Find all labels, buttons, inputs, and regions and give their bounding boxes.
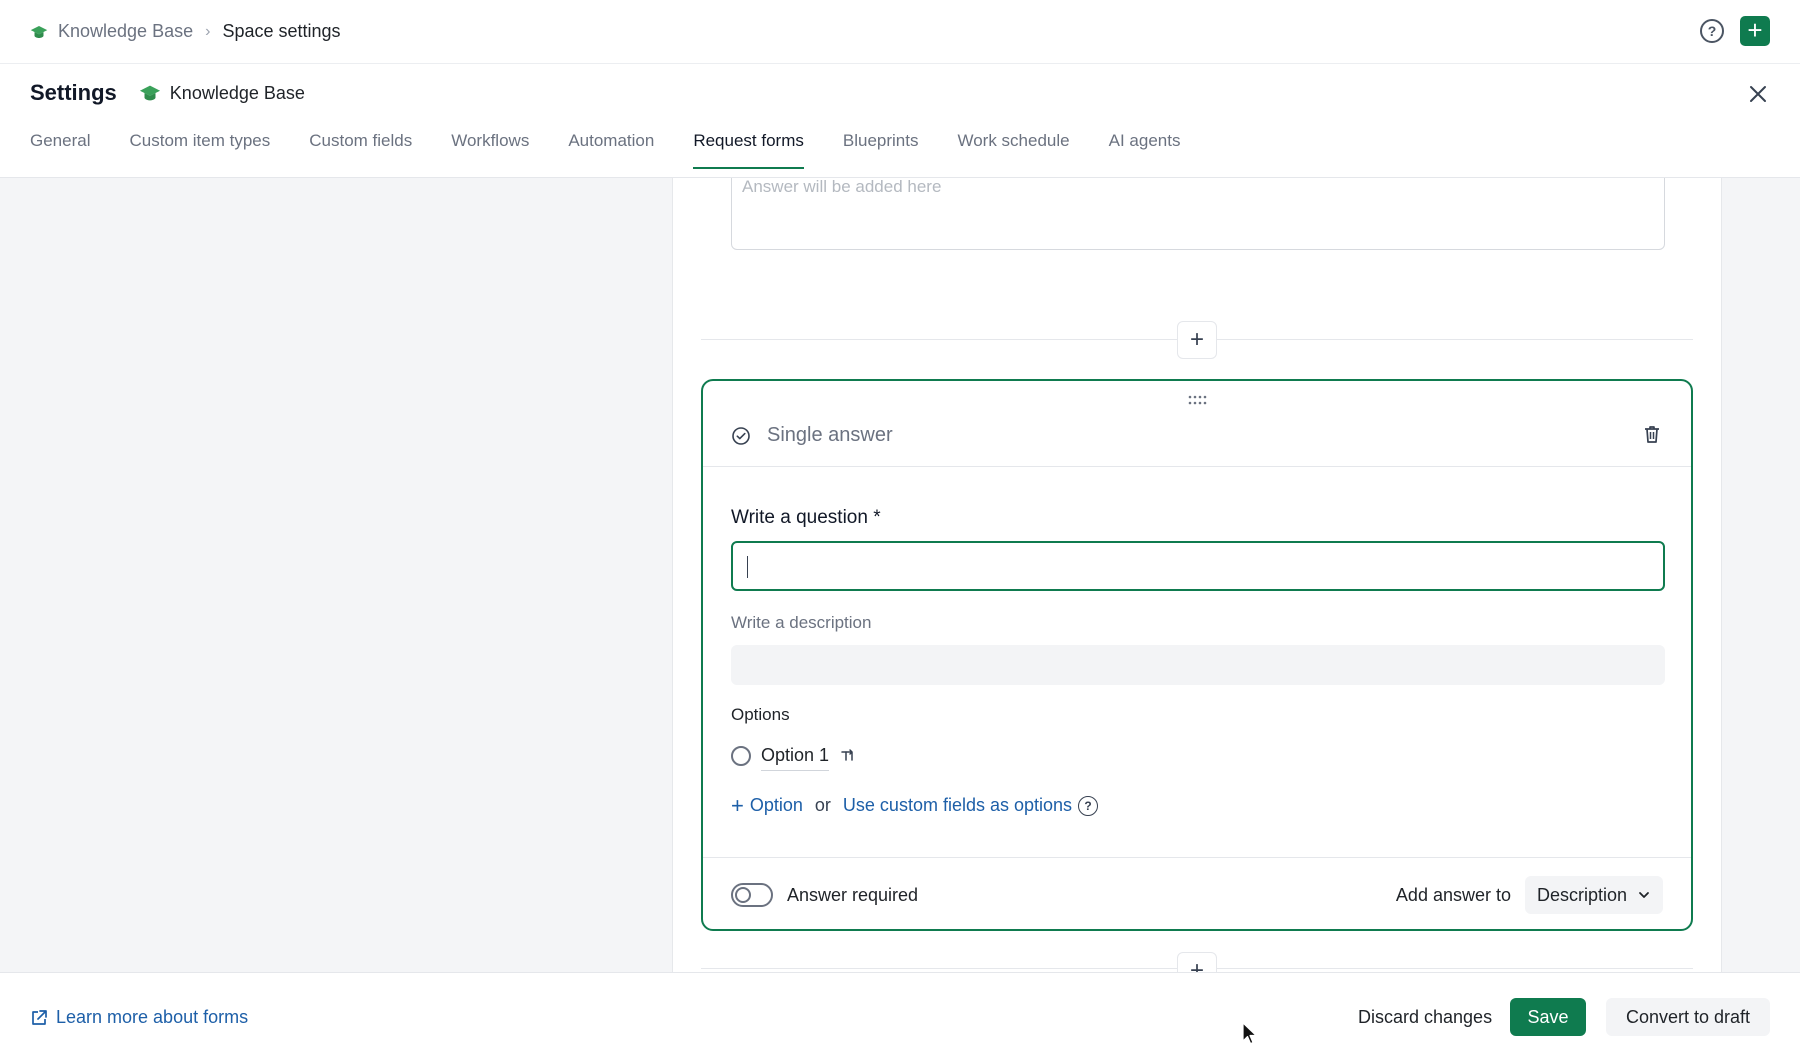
question-label: Write a question * — [731, 507, 881, 528]
discard-changes-button[interactable]: Discard changes — [1348, 998, 1502, 1036]
settings-tabs: General Custom item types Custom fields … — [30, 131, 1219, 169]
tab-automation[interactable]: Automation — [568, 131, 654, 169]
convert-to-draft-button[interactable]: Convert to draft — [1606, 998, 1770, 1036]
check-circle-icon — [732, 427, 750, 445]
save-button[interactable]: Save — [1510, 998, 1586, 1036]
drag-handle-icon[interactable] — [1187, 393, 1209, 407]
insert-field-button[interactable]: + — [1177, 321, 1217, 359]
space-name: Knowledge Base — [139, 82, 305, 104]
options-label: Options — [731, 705, 790, 724]
tab-custom-item-types[interactable]: Custom item types — [129, 131, 270, 169]
description-label: Write a description — [731, 613, 872, 632]
settings-header: Settings Knowledge Base — [30, 80, 305, 106]
use-custom-fields-link[interactable]: Use custom fields as options — [843, 795, 1072, 816]
tab-custom-fields[interactable]: Custom fields — [309, 131, 412, 169]
tab-request-forms[interactable]: Request forms — [693, 131, 804, 169]
insert-field-button-bottom[interactable]: + — [1177, 952, 1217, 972]
option-radio — [731, 746, 751, 766]
tab-workflows[interactable]: Workflows — [451, 131, 529, 169]
add-option-row: + Option or Use custom fields as options… — [731, 792, 1099, 818]
add-answer-to-label: Add answer to — [1395, 885, 1511, 905]
toggle-knob — [735, 887, 751, 903]
tab-ai-agents[interactable]: AI agents — [1109, 131, 1181, 169]
chevron-down-icon — [1639, 892, 1649, 898]
add-option-label: Option — [749, 795, 803, 815]
card-header: Single answer — [703, 409, 1691, 467]
question-input[interactable] — [731, 541, 1665, 591]
tab-work-schedule[interactable]: Work schedule — [957, 131, 1069, 169]
or-text: or — [814, 795, 831, 815]
bottom-bar: Learn more about forms Discard changes S… — [0, 972, 1800, 1059]
top-bar: Knowledge Base › Space settings ? + — [0, 0, 1800, 64]
form-builder-panel: Answer will be added here + Single answe… — [672, 178, 1722, 972]
text-caret — [747, 556, 748, 578]
add-option-button[interactable]: + Option — [731, 792, 803, 818]
answer-required-label: Answer required — [787, 885, 919, 905]
option-row: Option 1 — [731, 741, 857, 771]
branch-icon[interactable] — [839, 747, 857, 765]
content-area: Answer will be added here + Single answe… — [0, 178, 1800, 972]
help-icon[interactable]: ? — [1078, 795, 1099, 816]
graduation-cap-icon — [30, 25, 48, 38]
plus-icon: + — [731, 792, 744, 818]
page-title: Settings — [30, 80, 117, 105]
breadcrumb-space-settings: Space settings — [222, 21, 341, 41]
tab-blueprints[interactable]: Blueprints — [843, 131, 919, 169]
answer-required-toggle[interactable] — [731, 883, 773, 907]
description-input[interactable] — [731, 645, 1665, 685]
close-icon[interactable] — [1746, 82, 1770, 106]
trash-icon[interactable] — [1641, 423, 1663, 445]
learn-more-link[interactable]: Learn more about forms — [30, 1007, 248, 1028]
graduation-cap-icon — [139, 85, 160, 101]
space-name-label: Knowledge Base — [169, 82, 305, 103]
create-button[interactable]: + — [1740, 16, 1770, 46]
external-link-icon — [32, 1009, 47, 1025]
chevron-right-icon: › — [205, 22, 211, 40]
help-icon[interactable]: ? — [1700, 19, 1724, 43]
breadcrumb-knowledge-base[interactable]: Knowledge Base — [58, 21, 193, 42]
learn-more-label: Learn more about forms — [56, 1007, 249, 1027]
field-type-label: Single answer — [767, 424, 893, 446]
card-footer: Answer required Add answer to Descriptio… — [703, 857, 1691, 929]
add-answer-to-value: Description — [1537, 884, 1628, 905]
add-answer-to-select[interactable]: Description — [1525, 876, 1663, 914]
single-answer-card: Single answer Write a question * Write a… — [701, 379, 1693, 931]
option-label[interactable]: Option 1 — [761, 745, 830, 771]
tab-general[interactable]: General — [30, 131, 90, 169]
previous-answer-field: Answer will be added here — [731, 178, 1665, 250]
breadcrumb: Knowledge Base › Space settings — [30, 21, 341, 42]
mouse-cursor-icon — [1242, 1022, 1257, 1045]
